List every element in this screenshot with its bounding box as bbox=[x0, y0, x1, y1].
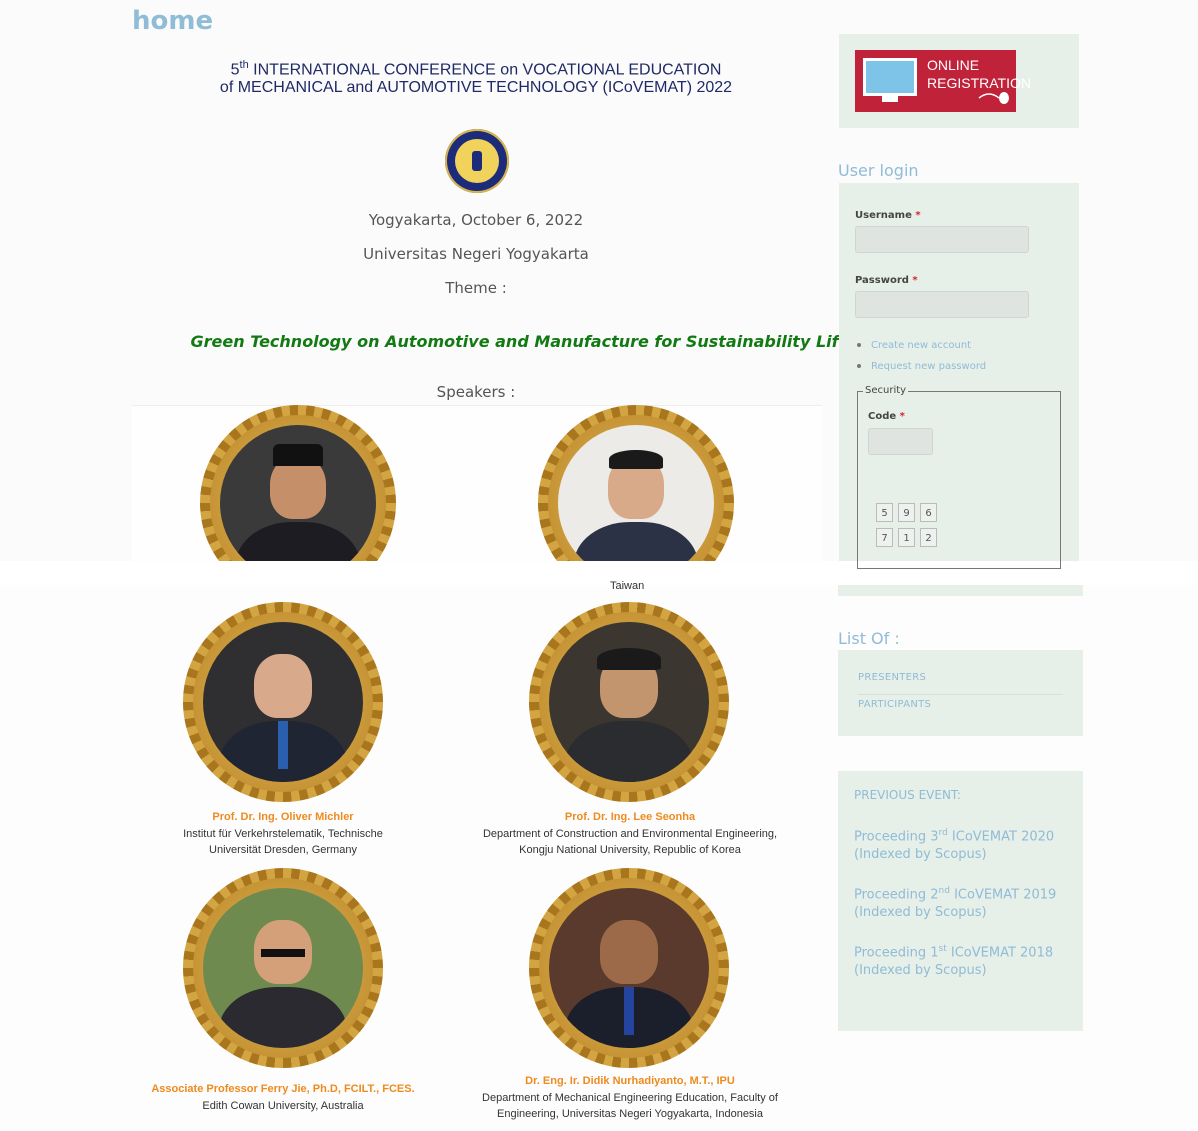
mouse-icon bbox=[978, 92, 1009, 104]
conference-title: 5th INTERNATIONAL CONFERENCE on VOCATION… bbox=[150, 56, 802, 97]
speaker-card-1 bbox=[195, 400, 405, 561]
keypad-key[interactable]: 1 bbox=[898, 528, 915, 547]
page-title: home bbox=[132, 6, 214, 36]
previous-event-heading: PREVIOUS EVENT: bbox=[854, 788, 961, 802]
conference-title-line1: 5th INTERNATIONAL CONFERENCE on VOCATION… bbox=[150, 56, 802, 79]
venue: Universitas Negeri Yogyakarta bbox=[363, 245, 589, 263]
previous-event-panel: PREVIOUS EVENT: Proceeding 3rd ICoVEMAT … bbox=[838, 771, 1083, 1031]
speaker-3-photo-medal bbox=[183, 602, 383, 802]
proceeding-2019-link[interactable]: Proceeding 2nd ICoVEMAT 2019 (Indexed by… bbox=[854, 882, 1074, 922]
proceeding-2018-link[interactable]: Proceeding 1st ICoVEMAT 2018 (Indexed by… bbox=[854, 940, 1074, 980]
theme-label: Theme : bbox=[445, 279, 507, 297]
speaker-6-affiliation: Department of Mechanical Engineering Edu… bbox=[482, 1092, 778, 1120]
request-password-link[interactable]: Request new password bbox=[857, 361, 986, 372]
speaker-5-affiliation: Edith Cowan University, Australia bbox=[202, 1100, 364, 1112]
presenters-link[interactable]: PRESENTERS bbox=[858, 672, 926, 683]
speaker-2-affiliation-tail: Taiwan bbox=[610, 580, 645, 592]
list-of-panel: PRESENTERS PARTICIPANTS bbox=[838, 650, 1083, 736]
list-of-heading: List Of : bbox=[838, 629, 900, 648]
user-login-heading: User login bbox=[838, 161, 919, 180]
password-input[interactable] bbox=[855, 291, 1029, 318]
speaker-6-name: Dr. Eng. Ir. Didik Nurhadiyanto, M.T., I… bbox=[525, 1075, 735, 1087]
online-registration-button[interactable]: ONLINE REGISTRATION bbox=[855, 50, 1031, 112]
username-label: Username * bbox=[855, 210, 921, 221]
speaker-4-photo-medal bbox=[529, 602, 729, 802]
code-input[interactable] bbox=[868, 428, 933, 455]
university-logo bbox=[445, 129, 509, 193]
speaker-photo-medal bbox=[538, 405, 734, 561]
keypad-key[interactable]: 2 bbox=[920, 528, 937, 547]
speaker-3-name: Prof. Dr. Ing. Oliver Michler bbox=[212, 811, 354, 823]
login-panel-tail bbox=[838, 585, 1083, 596]
speaker-6-photo-medal bbox=[529, 868, 729, 1068]
login-panel: Username * Password * Create new account… bbox=[839, 183, 1079, 569]
registration-panel: ONLINE REGISTRATION bbox=[839, 34, 1079, 128]
conference-title-line2: of MECHANICAL and AUTOMOTIVE TECHNOLOGY … bbox=[219, 79, 733, 97]
code-label: Code * bbox=[868, 411, 905, 422]
password-label: Password * bbox=[855, 275, 918, 286]
theme-text: Green Technology on Automotive and Manuf… bbox=[190, 332, 850, 351]
speaker-5-photo-medal bbox=[183, 868, 383, 1068]
speakers-label: Speakers : bbox=[436, 383, 516, 401]
title-line1-text: INTERNATIONAL CONFERENCE on VOCATIONAL E… bbox=[248, 61, 722, 79]
keypad-key[interactable]: 6 bbox=[920, 503, 937, 522]
keypad-key[interactable]: 9 bbox=[898, 503, 915, 522]
speaker-photo-medal bbox=[200, 405, 396, 561]
keypad-key[interactable]: 7 bbox=[876, 528, 893, 547]
speaker-5-name: Associate Professor Ferry Jie, Ph.D, FCI… bbox=[151, 1083, 415, 1095]
registration-line1: ONLINE bbox=[927, 57, 980, 73]
username-input[interactable] bbox=[855, 226, 1029, 253]
location-date: Yogyakarta, October 6, 2022 bbox=[368, 211, 584, 229]
speaker-4-affiliation: Department of Construction and Environme… bbox=[482, 828, 778, 856]
speaker-3-affiliation: Institut für Verkehrstelematik, Technisc… bbox=[183, 828, 383, 856]
create-account-link[interactable]: Create new account bbox=[857, 340, 971, 351]
bullet-icon bbox=[857, 364, 861, 368]
title-number: 5 bbox=[230, 61, 240, 79]
speaker-4-name: Prof. Dr. Ing. Lee Seonha bbox=[564, 811, 696, 823]
security-legend: Security bbox=[863, 385, 909, 396]
list-divider bbox=[858, 694, 1063, 695]
proceeding-2020-link[interactable]: Proceeding 3rd ICoVEMAT 2020 (Indexed by… bbox=[854, 824, 1074, 864]
title-ordinal-suffix: th bbox=[239, 59, 249, 71]
monitor-icon bbox=[863, 58, 917, 96]
bullet-icon bbox=[857, 343, 861, 347]
keypad-key[interactable]: 5 bbox=[876, 503, 893, 522]
participants-link[interactable]: PARTICIPANTS bbox=[858, 699, 931, 710]
speaker-card-2 bbox=[533, 400, 743, 561]
